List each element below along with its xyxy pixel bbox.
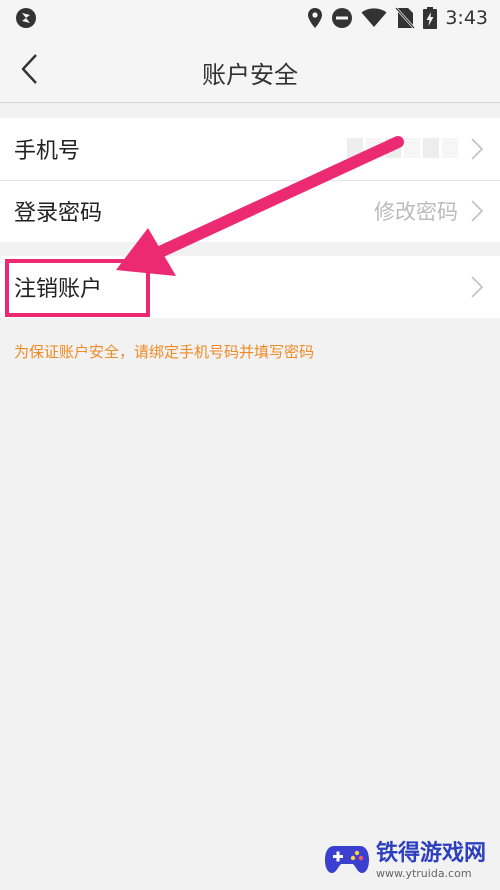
- app-notification-icon: [16, 8, 36, 28]
- status-time: 3:43: [445, 7, 488, 29]
- page-title: 账户安全: [202, 61, 298, 89]
- settings-item-label: 登录密码: [14, 201, 103, 226]
- wifi-icon: [361, 8, 387, 27]
- location-icon: [308, 8, 323, 28]
- settings-item-label: 手机号: [14, 139, 81, 164]
- security-notice: 为保证账户安全，请绑定手机号码并填写密码: [14, 343, 315, 361]
- chevron-right-icon: [471, 200, 484, 222]
- do-not-disturb-icon: [332, 8, 353, 28]
- battery-charging-icon: [423, 7, 438, 29]
- settings-item-value: 修改密码: [374, 200, 458, 224]
- status-icons: 3:43: [299, 6, 488, 30]
- settings-item-password[interactable]: 登录密码 修改密码: [0, 180, 500, 242]
- chevron-right-icon: [471, 276, 484, 298]
- watermark: 铁得游戏网 www.ytruida.com: [324, 835, 486, 880]
- title-bar: 账户安全: [0, 36, 500, 103]
- account-settings-group: 手机号 登录密码 修改密码: [0, 118, 500, 242]
- watermark-url: www.ytruida.com: [375, 867, 472, 880]
- status-bar: 3:43: [0, 0, 500, 36]
- annotation-highlight-box: [5, 259, 150, 317]
- watermark-title: 铁得游戏网: [375, 841, 486, 866]
- gamepad-logo-icon: [324, 845, 369, 873]
- settings-item-phone[interactable]: 手机号: [0, 118, 500, 180]
- no-sim-icon: [395, 7, 416, 29]
- chevron-right-icon: [471, 138, 484, 160]
- blurred-phone-number: [347, 138, 458, 158]
